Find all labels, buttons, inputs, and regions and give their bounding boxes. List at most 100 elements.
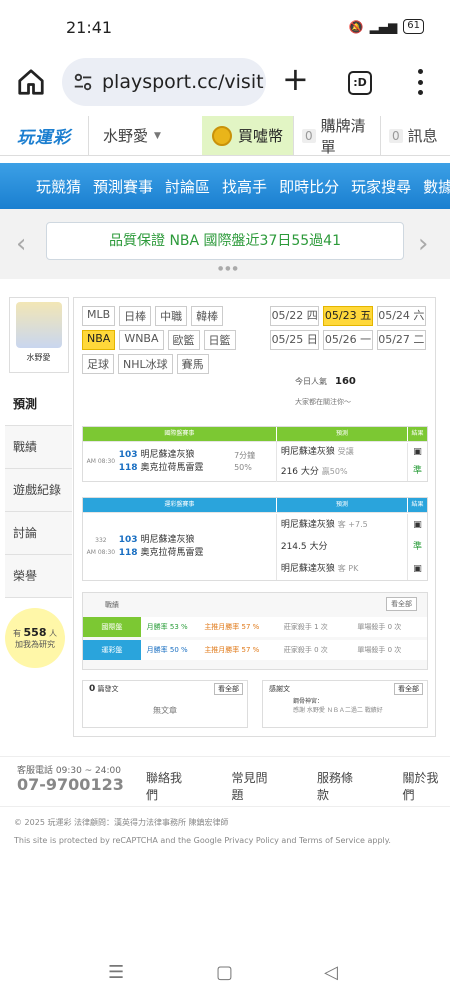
footer-link[interactable]: 常見問題 bbox=[232, 769, 280, 803]
predictions: 明尼蘇達灰狼 客 +7.5 214.5 大分 明尼蘇達灰狼 客 PK bbox=[275, 513, 407, 580]
team-no: 118 bbox=[118, 547, 138, 558]
promo-text: 品質保證 NBA 國際盤近37日55過41 bbox=[109, 233, 341, 249]
league-tab[interactable]: 賽馬 bbox=[176, 354, 209, 374]
bulb-text: 加我為研究 bbox=[15, 640, 55, 649]
intl-table: 國際盤賽事 預測 結果 AM 08:30 103 明尼蘇達灰狼 118 奧克拉荷馬雷霆… bbox=[82, 426, 428, 482]
avatar-image bbox=[15, 302, 62, 348]
clock: 21:41 bbox=[66, 18, 113, 37]
avatar[interactable]: 水野愛 bbox=[8, 297, 69, 373]
record-more-button[interactable]: 看全部 bbox=[386, 597, 417, 611]
signal-icon: ▂▄▆ bbox=[369, 19, 398, 34]
follow-bulb-button[interactable]: 有 558 人加我為研究 bbox=[5, 608, 65, 668]
date-tab[interactable]: 05/22 四 bbox=[270, 306, 320, 326]
taiwan-header: 運彩盤賽事 預測 結果 bbox=[83, 498, 427, 512]
home-nav-icon[interactable]: ▢ bbox=[216, 962, 233, 983]
result: ▣ 準 bbox=[407, 442, 427, 481]
promo-carousel: ‹ 品質保證 NBA 國際盤近37日55過41 › ●●● bbox=[0, 219, 450, 279]
tab-switcher-icon[interactable]: :D bbox=[348, 71, 372, 95]
site-logo[interactable]: 玩運彩 bbox=[0, 116, 88, 155]
copyright: © 2025 玩運彩 法律顧問：漢英得力法律事務所 陳鎮宏律師 bbox=[14, 818, 229, 827]
col-header: 預測 bbox=[275, 498, 407, 512]
site-settings-icon[interactable] bbox=[72, 71, 94, 93]
new-tab-icon[interactable]: + bbox=[282, 63, 309, 95]
date-tab[interactable]: 05/26 一 bbox=[323, 330, 373, 350]
league-tab[interactable]: 日棒 bbox=[119, 306, 152, 326]
league-tab[interactable]: WNBA bbox=[119, 330, 164, 350]
prediction-panel: MLB 日棒 中職 韓棒 NBA WNBA 歐籃 日籃 足球 NHL冰球 賽馬 05/22 四0… bbox=[73, 297, 436, 737]
post-count: 0 bbox=[89, 684, 96, 694]
status-icons: 🔕 ▂▄▆ 61 bbox=[349, 19, 424, 34]
logo-text: 玩運彩 bbox=[17, 128, 71, 148]
user-name: 水野愛 bbox=[103, 127, 149, 145]
date-tab[interactable]: 05/25 日 bbox=[270, 330, 320, 350]
league-tab[interactable]: 日籃 bbox=[203, 330, 236, 350]
nav-game-log[interactable]: 遊戲紀錄 bbox=[5, 469, 72, 512]
back-icon[interactable]: ◁ bbox=[324, 962, 338, 983]
recents-icon[interactable]: ☰ bbox=[108, 962, 124, 983]
home-icon[interactable] bbox=[16, 67, 46, 97]
messages-button[interactable]: 0 訊息 bbox=[380, 116, 450, 155]
league-tab[interactable]: 足球 bbox=[82, 354, 114, 374]
nav-discuss[interactable]: 討論 bbox=[5, 512, 72, 555]
menu-item[interactable]: 即時比分 bbox=[279, 176, 339, 197]
cart-button[interactable]: 0 購牌清單 bbox=[293, 116, 380, 156]
popularity-label: 今日人氣 bbox=[295, 377, 327, 386]
teams: 103 明尼蘇達灰狼 118 奧克拉荷馬雷霆 bbox=[119, 534, 276, 560]
bulb-pre: 有 bbox=[12, 629, 21, 638]
address-bar[interactable]: playsport.cc/visit bbox=[62, 58, 266, 106]
nav-honor[interactable]: 榮譽 bbox=[5, 555, 72, 598]
menu-item[interactable]: 數據 bbox=[423, 176, 450, 197]
overflow-menu-icon[interactable] bbox=[417, 69, 423, 95]
buy-coin-button[interactable]: 買噓幣 bbox=[202, 116, 293, 155]
carousel-dots: ●●● bbox=[218, 265, 240, 272]
thanks-item[interactable]: 鋼骨神宮： 感謝 水野愛 ＮＢＡ二過二 戰績好 bbox=[263, 697, 427, 715]
league-tab-active[interactable]: NBA bbox=[82, 330, 116, 350]
team-no: 103 bbox=[118, 449, 138, 460]
league-tab[interactable]: NHL冰球 bbox=[118, 354, 173, 374]
menu-item[interactable]: 找高手 bbox=[222, 176, 267, 197]
nav-record[interactable]: 戰績 bbox=[5, 426, 72, 469]
caret-down-icon: ▼ bbox=[154, 130, 161, 141]
table-row: 332 AM 08:30 103 明尼蘇達灰狼 118 奧克拉荷馬雷霆 明尼蘇達灰狼… bbox=[83, 512, 427, 580]
col-header: 運彩盤賽事 bbox=[164, 501, 195, 508]
team-no: 103 bbox=[118, 534, 138, 545]
promo-banner[interactable]: 品質保證 NBA 國際盤近37日55過41 bbox=[46, 222, 404, 260]
service-phone[interactable]: 07-9700123 bbox=[17, 775, 124, 794]
pick: 214.5 大分 bbox=[280, 541, 328, 552]
league-tab[interactable]: 韓棒 bbox=[191, 306, 224, 326]
footer-link[interactable]: 服務條款 bbox=[317, 769, 365, 803]
nav-predict[interactable]: 預測 bbox=[5, 383, 72, 426]
chevron-left-icon[interactable]: ‹ bbox=[16, 229, 26, 259]
teams: 103 明尼蘇達灰狼 118 奧克拉荷馬雷霆 bbox=[119, 449, 234, 475]
pick-sub: 贏50% bbox=[321, 466, 348, 476]
col-header: 預測 bbox=[275, 427, 407, 441]
date-tab[interactable]: 05/24 六 bbox=[376, 306, 426, 326]
dealer-killer: 莊家殺手 0 次 bbox=[283, 646, 328, 654]
win-rate: 月勝率 53 % bbox=[146, 623, 188, 631]
footer-link[interactable]: 聯絡我們 bbox=[146, 769, 194, 803]
pick-sub: 受讓 bbox=[337, 446, 354, 456]
game-info: 332 AM 08:30 bbox=[83, 535, 119, 559]
date-tab[interactable]: 05/27 二 bbox=[376, 330, 426, 350]
team-name: 明尼蘇達灰狼 bbox=[140, 449, 195, 460]
posts-more-button[interactable]: 看全部 bbox=[214, 683, 243, 695]
menu-item[interactable]: 玩家搜尋 bbox=[351, 176, 411, 197]
thanks-more-button[interactable]: 看全部 bbox=[394, 683, 423, 695]
pick: 216 大分 bbox=[280, 466, 319, 477]
chevron-right-icon[interactable]: › bbox=[418, 229, 428, 259]
league-tab[interactable]: MLB bbox=[82, 306, 116, 326]
league-tab[interactable]: 歐籃 bbox=[167, 330, 200, 350]
menu-item[interactable]: 預測賽事 bbox=[93, 176, 153, 197]
menu-item[interactable]: 討論區 bbox=[165, 176, 210, 197]
record-label: 運彩盤 bbox=[83, 640, 141, 660]
league-filter: MLB 日棒 中職 韓棒 NBA WNBA 歐籃 日籃 足球 NHL冰球 賽馬 bbox=[82, 306, 252, 374]
date-tab-active[interactable]: 05/23 五 bbox=[323, 306, 373, 326]
msg-count: 0 bbox=[389, 128, 403, 143]
bulb-unit: 人 bbox=[49, 629, 58, 638]
league-tab[interactable]: 中職 bbox=[155, 306, 188, 326]
result-icon: ▣ bbox=[413, 519, 422, 530]
footer-link[interactable]: 關於我們 bbox=[403, 769, 450, 803]
user-dropdown[interactable]: 水野愛 ▼ bbox=[88, 116, 202, 155]
menu-item[interactable]: 玩競猜 bbox=[36, 176, 81, 197]
posts-label: 篇發文 bbox=[97, 685, 119, 693]
